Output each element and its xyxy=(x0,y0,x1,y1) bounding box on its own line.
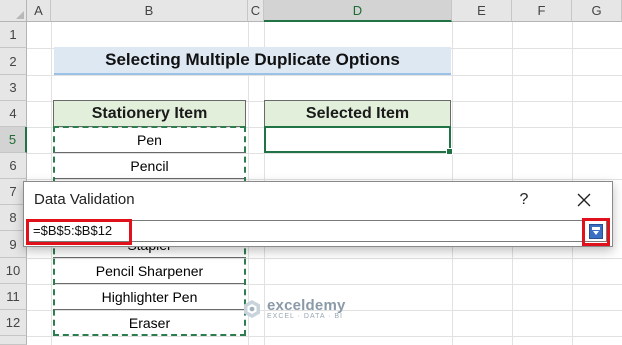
row-header-1[interactable]: 1 xyxy=(0,22,27,48)
select-all-corner[interactable] xyxy=(0,0,27,22)
exceldemy-logo-icon xyxy=(244,300,260,318)
column-header-e[interactable]: E xyxy=(452,0,512,22)
row-header-6[interactable]: 6 xyxy=(0,153,27,179)
column-header-d[interactable]: D xyxy=(264,0,452,22)
column-header-g[interactable]: G xyxy=(572,0,622,22)
column-header-a[interactable]: A xyxy=(27,0,51,22)
list-item-pen[interactable]: Pen xyxy=(53,127,246,153)
column-header-f[interactable]: F xyxy=(512,0,572,22)
help-button[interactable]: ? xyxy=(504,182,544,218)
row-header-12[interactable]: 12 xyxy=(0,310,27,336)
close-icon xyxy=(577,193,591,207)
expand-button-highlight xyxy=(582,218,610,246)
reference-highlight xyxy=(26,219,132,245)
dialog-title: Data Validation xyxy=(34,191,135,208)
column-header-c[interactable]: C xyxy=(248,0,264,22)
list-item-pencil-sharpener[interactable]: Pencil Sharpener xyxy=(53,258,246,284)
row-header-13[interactable] xyxy=(0,336,27,345)
watermark-tagline: EXCEL · DATA · BI xyxy=(267,313,343,320)
row-header-11[interactable]: 11 xyxy=(0,284,27,310)
list-item-highlighter-pen[interactable]: Highlighter Pen xyxy=(53,284,246,310)
gridline xyxy=(27,336,622,337)
column-header-b[interactable]: B xyxy=(51,0,248,22)
close-button[interactable] xyxy=(564,182,604,218)
list-item-eraser[interactable]: Eraser xyxy=(53,310,246,336)
gridline xyxy=(27,75,622,76)
sheet-title[interactable]: Selecting Multiple Duplicate Options xyxy=(54,47,451,75)
list-item-pencil[interactable]: Pencil xyxy=(53,153,246,179)
header-selected-item[interactable]: Selected Item xyxy=(264,100,451,127)
watermark-name: exceldemy xyxy=(267,297,346,314)
watermark: exceldemy EXCEL · DATA · BI xyxy=(241,298,346,320)
active-cell-cursor xyxy=(264,126,453,155)
header-stationery-item[interactable]: Stationery Item xyxy=(53,100,246,127)
row-header-2[interactable]: 2 xyxy=(0,48,27,75)
row-header-5[interactable]: 5 xyxy=(0,127,27,153)
row-header-4[interactable]: 4 xyxy=(0,101,27,127)
row-header-10[interactable]: 10 xyxy=(0,258,27,284)
row-header-3[interactable]: 3 xyxy=(0,75,27,101)
